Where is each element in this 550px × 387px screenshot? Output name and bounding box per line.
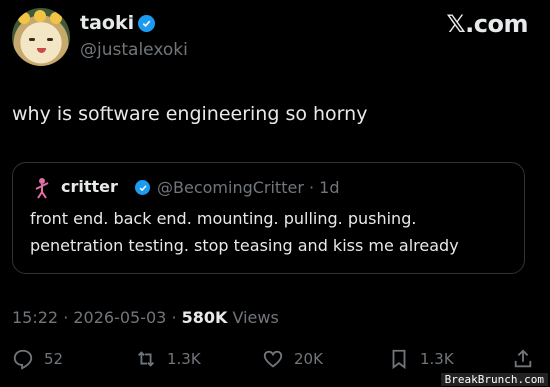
x-logo: 𝕏.com [446, 10, 528, 38]
flower-decoration [18, 12, 30, 24]
heart-icon [263, 350, 283, 368]
flower-decoration [34, 10, 46, 22]
tweet-meta: 15:22 · 2026-05-03 · 580K Views [12, 308, 279, 327]
reply-icon [13, 349, 33, 370]
verified-badge-icon [138, 15, 155, 32]
quoted-author-name[interactable]: critter [61, 177, 118, 196]
reply-button[interactable]: 52 [12, 348, 63, 370]
like-count: 20K [294, 350, 323, 368]
bookmark-icon [392, 349, 406, 370]
avatar-mouth [37, 48, 46, 53]
share-icon [514, 349, 532, 368]
repost-count: 1.3K [167, 350, 201, 368]
share-button[interactable] [512, 348, 544, 370]
watermark: BreakBrunch.com [440, 373, 548, 386]
timestamp[interactable]: 15:22 · 2026-05-03 · [12, 308, 182, 327]
views-count: 580K [181, 308, 228, 327]
like-button[interactable]: 20K [262, 348, 323, 370]
author-handle[interactable]: @justalexoki [80, 40, 188, 60]
avatar[interactable] [12, 8, 70, 66]
tweet-text: why is software engineering so horny [12, 103, 368, 125]
bookmark-count: 1.3K [420, 350, 454, 368]
verified-badge-icon [135, 180, 150, 195]
bookmark-button[interactable]: 1.3K [388, 348, 454, 370]
repost-icon [138, 351, 154, 367]
author-display-name[interactable]: taoki [80, 12, 134, 34]
avatar-eye [47, 38, 53, 41]
views-label: Views [227, 308, 279, 327]
avatar-eye [29, 38, 35, 41]
repost-button[interactable]: 1.3K [135, 348, 201, 370]
quoted-handle-time: @BecomingCritter · 1d [157, 178, 340, 197]
quoted-text: front end. back end. mounting. pulling. … [30, 209, 459, 255]
flower-decoration [50, 12, 62, 24]
reply-count: 52 [44, 350, 64, 368]
critter-avatar-icon [35, 178, 49, 199]
quoted-tweet[interactable]: critter @BecomingCritter · 1d front end.… [12, 162, 525, 274]
